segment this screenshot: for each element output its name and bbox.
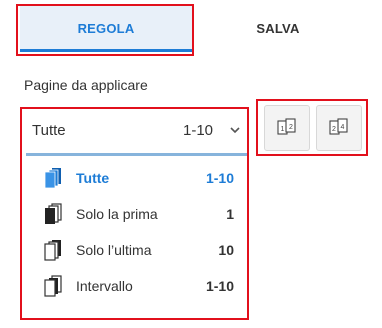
pages-range-icon xyxy=(44,275,62,297)
pages-last-icon xyxy=(44,240,61,261)
pages-section-label: Pagine da applicare xyxy=(24,77,148,93)
option-count: 10 xyxy=(218,242,234,258)
pages-options-list: Tutte 1-10 Solo la prima 1 Solo l’ultima… xyxy=(26,160,248,304)
dropdown-selected-label: Tutte xyxy=(32,121,66,139)
option-solo-l-ultima[interactable]: Solo l’ultima 10 xyxy=(26,232,248,268)
option-count: 1-10 xyxy=(205,278,234,294)
option-tutte[interactable]: Tutte 1-10 xyxy=(26,160,248,196)
odd-even-pages-button[interactable]: 2 1 xyxy=(264,105,310,151)
svg-text:4: 4 xyxy=(341,124,345,131)
tab-bar: REGOLA SALVA xyxy=(0,0,382,56)
option-count: 1 xyxy=(226,206,234,222)
page-order-icon: 4 2 xyxy=(329,118,348,135)
pages-dropdown[interactable]: Tutte 1-10 xyxy=(26,107,248,153)
svg-text:1: 1 xyxy=(281,126,285,133)
chevron-down-icon xyxy=(230,127,240,134)
option-label: Intervallo xyxy=(76,278,133,294)
dropdown-selected-range: 1-10 xyxy=(183,121,214,139)
svg-text:2: 2 xyxy=(289,124,293,131)
odd-even-pages-icon: 2 1 xyxy=(277,118,296,135)
option-label: Solo l’ultima xyxy=(76,242,152,258)
option-count: 1-10 xyxy=(205,170,234,186)
svg-text:2: 2 xyxy=(332,126,336,133)
dropdown-underline xyxy=(26,153,248,156)
pages-first-icon xyxy=(45,203,62,224)
option-label: Tutte xyxy=(76,170,110,186)
pages-blue-icon xyxy=(44,168,61,189)
option-label: Solo la prima xyxy=(76,206,158,222)
tab-salva[interactable]: SALVA xyxy=(192,4,364,52)
option-intervallo[interactable]: Intervallo 1-10 xyxy=(26,268,248,304)
option-solo-la-prima[interactable]: Solo la prima 1 xyxy=(26,196,248,232)
page-order-button[interactable]: 4 2 xyxy=(316,105,362,151)
tab-regola[interactable]: REGOLA xyxy=(20,4,192,52)
